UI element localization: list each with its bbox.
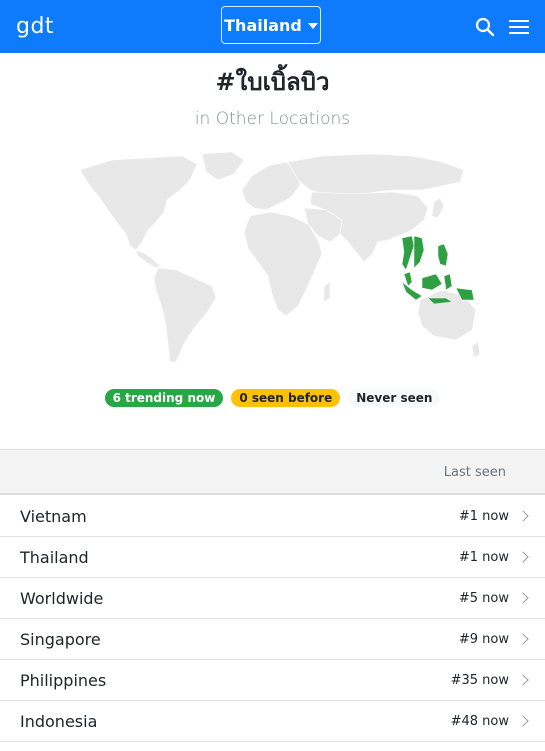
chevron-right-icon [517,510,529,522]
map-region-new-zealand [471,341,481,359]
location-rank: #35 now [450,672,509,688]
map-region-russia [287,153,465,197]
chevron-right-icon [517,715,529,727]
table-row[interactable]: Indonesia #48 now [0,701,545,742]
location-rank: #9 now [458,631,509,647]
location-name: Philippines [20,670,107,690]
map-region-philippines [437,243,449,267]
world-map [79,151,481,363]
search-icon[interactable] [475,17,495,37]
page-header: #ใบเบิ้ลบิว in Other Locations [0,62,545,129]
map-region-greenland [201,151,245,181]
country-dropdown-label: Thailand [224,15,302,35]
country-dropdown[interactable]: Thailand [221,6,321,44]
brand-logo[interactable]: gdt [16,14,54,39]
map-region-europe [241,161,301,211]
map-region-south-america [153,267,217,363]
map-region-japan [431,197,445,219]
map-region-vietnam [413,235,425,269]
chevron-right-icon [517,592,529,604]
map-region-indonesia [401,273,475,305]
map-region-thailand [401,235,415,271]
location-name: Singapore [20,629,101,649]
location-name: Indonesia [20,711,98,731]
chevron-right-icon [517,674,529,686]
location-rank: #48 now [450,713,509,729]
menu-icon[interactable] [509,19,529,35]
chevron-right-icon [517,633,529,645]
table-row[interactable]: Worldwide #5 now [0,578,545,619]
legend: 6 trending now 0 seen before Never seen [0,389,545,407]
page-subtitle: in Other Locations [194,109,351,129]
map-region-africa [243,211,323,317]
table-row[interactable]: Vietnam #1 now [0,496,545,537]
map-region-madagascar [323,281,331,303]
navbar: gdt Thailand [0,0,545,53]
location-name: Thailand [20,547,89,567]
location-name: Worldwide [20,588,104,608]
table-header: Last seen [0,449,545,495]
caret-down-icon [307,23,318,29]
locations-list: Vietnam #1 now Thailand #1 now Worldwide… [0,496,545,742]
table-row[interactable]: Singapore #9 now [0,619,545,660]
map-region-central-america [135,249,161,269]
table-row[interactable]: Thailand #1 now [0,537,545,578]
legend-never-seen-badge: Never seen [348,389,441,407]
legend-seen-before-badge: 0 seen before [231,389,341,407]
map-region-north-america [79,155,198,251]
map-region-singapore [403,271,413,287]
page-title: #ใบเบิ้ลบิว [215,68,330,96]
location-name: Vietnam [20,506,87,526]
location-rank: #5 now [458,590,509,606]
column-header-last-seen[interactable]: Last seen [444,465,506,480]
table-row[interactable]: Philippines #35 now [0,660,545,701]
chevron-right-icon [517,551,529,563]
location-rank: #1 now [458,508,509,524]
location-rank: #1 now [458,549,509,565]
legend-trending-badge: 6 trending now [104,389,224,407]
